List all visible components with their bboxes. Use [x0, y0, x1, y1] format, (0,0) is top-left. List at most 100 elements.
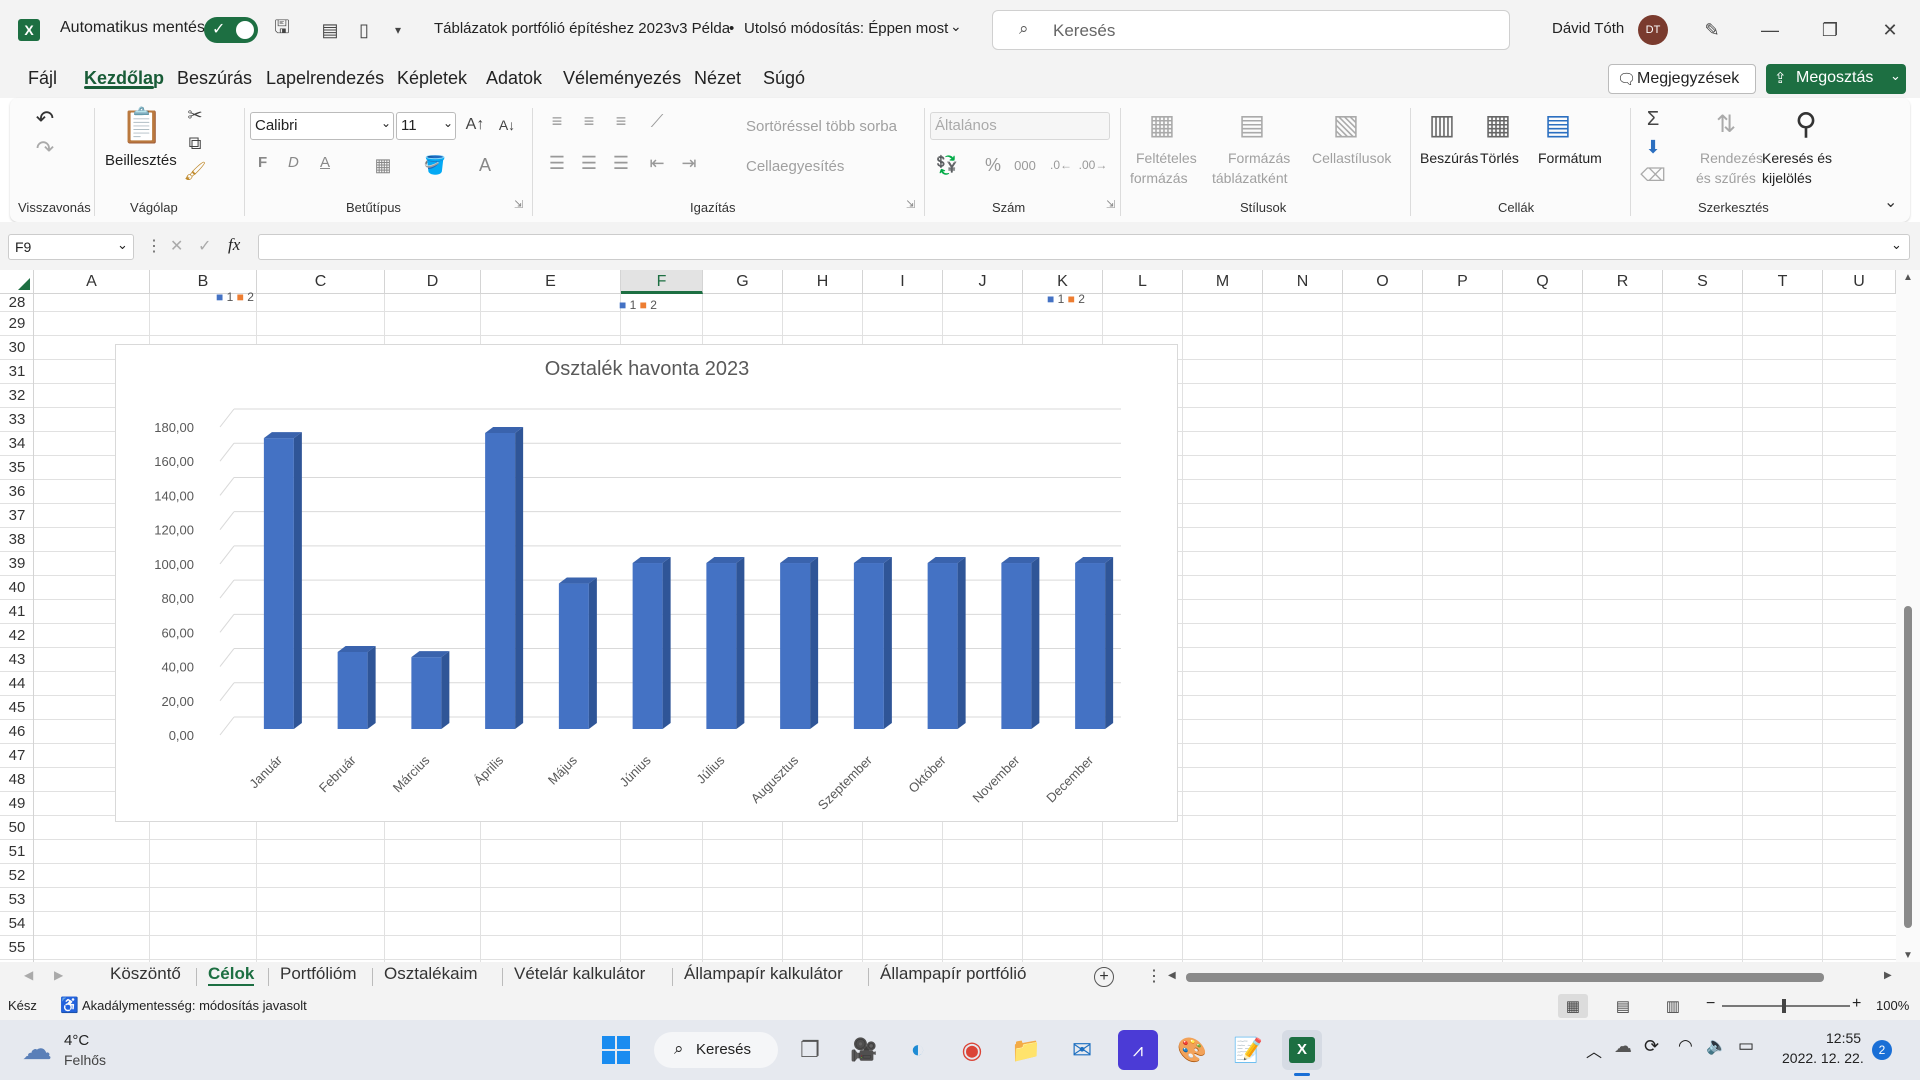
- column-header-R[interactable]: R: [1583, 270, 1663, 294]
- row-header-53[interactable]: 53: [0, 888, 34, 912]
- autosum-icon[interactable]: Σ: [1640, 106, 1666, 132]
- delete-cells-icon[interactable]: ▦: [1478, 106, 1518, 142]
- column-header-M[interactable]: M: [1183, 270, 1263, 294]
- sheet-tab[interactable]: Állampapír kalkulátor: [684, 964, 843, 984]
- row-header-41[interactable]: 41: [0, 600, 34, 624]
- worksheet-grid[interactable]: ABCDEFGHIJKLMNOPQRSTU 28 29 30 31 32 33 34 35 36…: [0, 270, 1920, 965]
- print-preview-icon[interactable]: ▤: [316, 16, 344, 44]
- column-header-A[interactable]: A: [34, 270, 150, 294]
- font-color-icon[interactable]: A: [472, 152, 498, 178]
- chevron-up-icon[interactable]: ︿: [1586, 1038, 1602, 1062]
- more-options-icon[interactable]: ⋮: [146, 236, 162, 256]
- column-header-K[interactable]: K: [1023, 270, 1103, 294]
- column-header-S[interactable]: S: [1663, 270, 1743, 294]
- next-sheet-icon[interactable]: ▶: [54, 968, 63, 982]
- clock-date[interactable]: 2022. 12. 22.: [1782, 1050, 1864, 1066]
- expand-formula-icon[interactable]: ⌄: [1891, 237, 1902, 253]
- teams-chat-icon[interactable]: 🎥: [844, 1030, 884, 1070]
- row-header-43[interactable]: 43: [0, 648, 34, 672]
- font-name-select[interactable]: Calibri ⌄: [250, 112, 394, 140]
- restore-icon[interactable]: ❐: [1812, 16, 1848, 44]
- excel-taskbar-icon[interactable]: X: [1282, 1030, 1322, 1070]
- decrease-decimal-icon[interactable]: .00→: [1078, 152, 1108, 178]
- horizontal-scrollbar[interactable]: ◀ ▶: [1168, 970, 1896, 984]
- zoom-in-icon[interactable]: +: [1852, 995, 1861, 1013]
- app-icon[interactable]: ⩘: [1118, 1030, 1158, 1070]
- row-header-28[interactable]: 28: [0, 294, 34, 312]
- row-header-32[interactable]: 32: [0, 384, 34, 408]
- fill-color-icon[interactable]: 🪣: [422, 152, 448, 178]
- bold-button[interactable]: F: [258, 154, 267, 171]
- row-header-31[interactable]: 31: [0, 360, 34, 384]
- wrap-text-button[interactable]: Sortöréssel több sorba: [746, 118, 897, 135]
- column-header-I[interactable]: I: [863, 270, 943, 294]
- column-header-J[interactable]: J: [943, 270, 1023, 294]
- row-header-50[interactable]: 50: [0, 816, 34, 840]
- row-header-34[interactable]: 34: [0, 432, 34, 456]
- menu-page-layout[interactable]: Lapelrendezés: [266, 68, 384, 89]
- percent-icon[interactable]: %: [980, 152, 1006, 178]
- menu-insert[interactable]: Beszúrás: [177, 68, 252, 89]
- undo-icon[interactable]: ↶: [30, 104, 60, 134]
- menu-data[interactable]: Adatok: [486, 68, 542, 89]
- prev-sheet-icon[interactable]: ◀: [24, 968, 33, 982]
- chevron-down-icon[interactable]: ⌄: [950, 18, 962, 35]
- clock-time[interactable]: 12:55: [1826, 1030, 1861, 1046]
- fill-icon[interactable]: ⬇: [1640, 134, 1666, 160]
- enter-icon[interactable]: ✓: [198, 236, 211, 256]
- row-header-39[interactable]: 39: [0, 552, 34, 576]
- row-header-35[interactable]: 35: [0, 456, 34, 480]
- row-header-38[interactable]: 38: [0, 528, 34, 552]
- copy-icon[interactable]: ⧉: [182, 130, 208, 156]
- conditional-format-icon[interactable]: ▦: [1142, 106, 1182, 142]
- row-header-54[interactable]: 54: [0, 912, 34, 936]
- chrome-icon[interactable]: ◉: [952, 1030, 992, 1070]
- orientation-icon[interactable]: ⟋: [644, 108, 670, 134]
- column-header-Q[interactable]: Q: [1503, 270, 1583, 294]
- column-header-N[interactable]: N: [1263, 270, 1343, 294]
- share-button[interactable]: ⇪ Megosztás ⌄: [1766, 64, 1906, 94]
- format-cells-icon[interactable]: ▤: [1538, 106, 1578, 142]
- align-center-icon[interactable]: ☰: [576, 150, 602, 176]
- notification-badge[interactable]: 2: [1872, 1040, 1892, 1060]
- redo-icon[interactable]: ↷: [30, 134, 60, 164]
- dialog-launcher-icon[interactable]: ⇲: [514, 198, 523, 211]
- sheet-tab[interactable]: Célok: [208, 964, 255, 986]
- notepad-icon[interactable]: 📝: [1228, 1030, 1268, 1070]
- row-header-47[interactable]: 47: [0, 744, 34, 768]
- find-select-icon[interactable]: ⚲: [1786, 104, 1826, 144]
- zoom-level[interactable]: 100%: [1876, 998, 1909, 1013]
- column-header-E[interactable]: E: [481, 270, 621, 294]
- chart-area[interactable]: Osztalék havonta 2023 0,00 20,00 40,00 60,00…: [115, 344, 1178, 822]
- sheet-tab[interactable]: Vételár kalkulátor: [514, 964, 645, 984]
- sync-icon[interactable]: ⟳: [1644, 1036, 1659, 1057]
- menu-review[interactable]: Véleményezés: [563, 68, 681, 89]
- row-header-48[interactable]: 48: [0, 768, 34, 792]
- paste-label[interactable]: Beillesztés: [105, 152, 177, 169]
- menu-view[interactable]: Nézet: [694, 68, 741, 89]
- column-header-C[interactable]: C: [257, 270, 385, 294]
- align-top-icon[interactable]: ≡: [544, 108, 570, 134]
- row-header-40[interactable]: 40: [0, 576, 34, 600]
- scroll-down-icon[interactable]: ▼: [1903, 950, 1913, 961]
- edge-icon[interactable]: ◐: [898, 1030, 938, 1070]
- borders-icon[interactable]: ▦: [370, 152, 396, 178]
- column-header-P[interactable]: P: [1423, 270, 1503, 294]
- underline-button[interactable]: A: [320, 154, 330, 171]
- row-header-49[interactable]: 49: [0, 792, 34, 816]
- column-header-U[interactable]: U: [1823, 270, 1896, 294]
- currency-icon[interactable]: 💱: [932, 152, 962, 178]
- insert-function-icon[interactable]: fx: [228, 235, 240, 255]
- sort-filter-icon[interactable]: ⇅: [1706, 106, 1746, 142]
- zoom-slider[interactable]: [1722, 999, 1850, 1013]
- paste-icon[interactable]: 📋: [121, 104, 163, 148]
- task-view-icon[interactable]: ❐: [790, 1030, 830, 1070]
- sheet-tab[interactable]: Állampapír portfólió: [880, 964, 1026, 984]
- row-header-36[interactable]: 36: [0, 480, 34, 504]
- normal-view-icon[interactable]: ▦: [1558, 994, 1588, 1018]
- search-box[interactable]: ⌕ Keresés: [992, 10, 1510, 50]
- increase-decimal-icon[interactable]: .0←: [1046, 152, 1076, 178]
- column-header-G[interactable]: G: [703, 270, 783, 294]
- column-header-T[interactable]: T: [1743, 270, 1823, 294]
- name-box[interactable]: F9 ⌄: [8, 234, 134, 260]
